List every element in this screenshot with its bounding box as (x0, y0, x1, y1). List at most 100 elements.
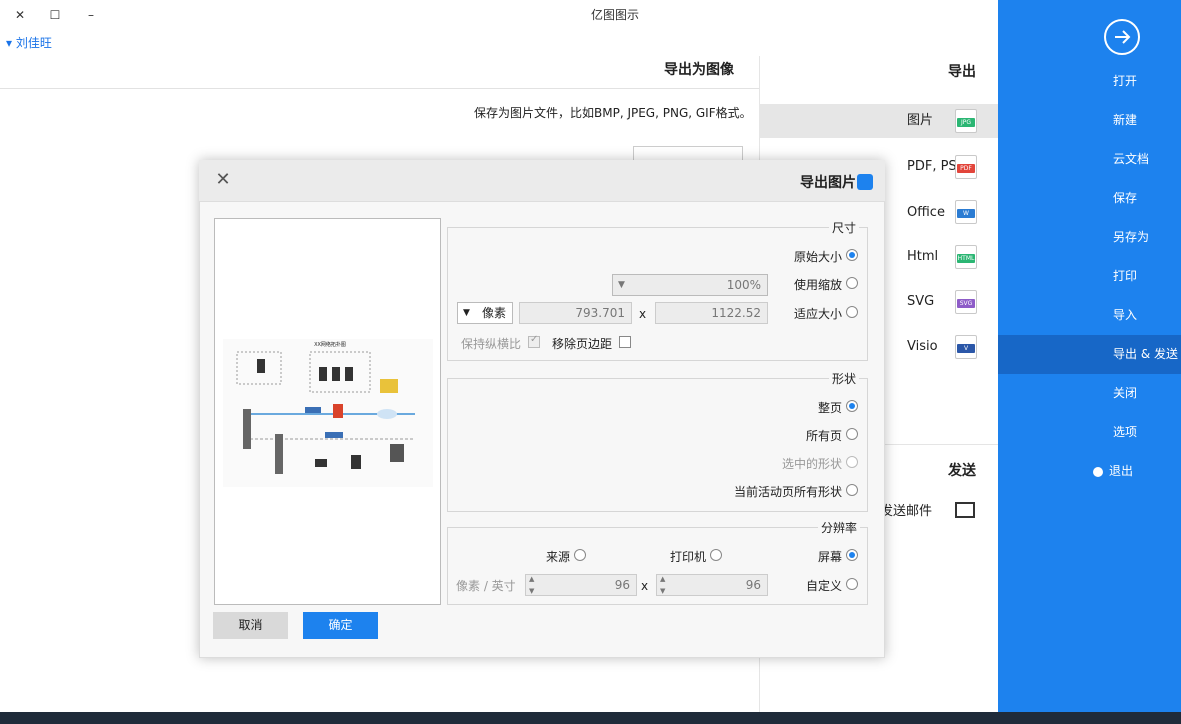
network-diagram-preview (223, 339, 433, 487)
shape-group-title: 形状 (829, 370, 860, 387)
keep-ratio-checkbox[interactable]: ✓ (528, 334, 540, 348)
height-field[interactable]: 793.701 (519, 302, 632, 324)
taskbar (0, 712, 1181, 724)
svg-icon: SVG (955, 290, 977, 314)
use-zoom-label: 使用缩放 (794, 278, 843, 292)
jpg-icon: JPG (955, 109, 977, 133)
visio-icon-label: V (957, 344, 975, 353)
cancel-button[interactable]: 取消 (213, 612, 288, 639)
sidebar-item-options[interactable]: 选项 (998, 413, 1181, 452)
html-icon-label: HTML (957, 254, 975, 263)
jpg-icon-label: JPG (957, 118, 975, 127)
format-label: SVG (907, 294, 935, 309)
times-label: x (641, 579, 649, 593)
printer-radio[interactable] (710, 549, 722, 561)
dpi-unit-label: 像素 / 英寸 (456, 579, 516, 593)
format-label: PDF, PS, (907, 159, 961, 174)
source-radio[interactable] (574, 549, 586, 561)
active-page-shapes-label: 当前活动页所有形状 (734, 485, 843, 499)
times-label: x (639, 307, 647, 321)
pdf-icon: PDF (955, 155, 977, 179)
ok-button[interactable]: 确定 (303, 612, 378, 639)
sidebar-item-export-send[interactable]: 导出 & 发送 (998, 335, 1181, 374)
format-label: Office (907, 205, 945, 220)
sidebar-item-open[interactable]: 打开 (998, 62, 1181, 101)
send-heading: 发送 (948, 463, 976, 479)
html-icon: HTML (955, 245, 977, 269)
sidebar-item-save-as[interactable]: 另存为 (998, 218, 1181, 257)
size-group-title: 尺寸 (829, 219, 860, 236)
all-pages-radio[interactable] (846, 428, 858, 440)
dialog-header (199, 160, 885, 202)
sidebar-item-exit[interactable]: 退出 (998, 452, 1181, 491)
user-link[interactable]: ▾ 刘佳旺 (6, 34, 52, 51)
unit-select[interactable]: ▼ 像素 (457, 302, 513, 324)
mail-icon (955, 502, 975, 518)
spinner-icon[interactable]: ▲ ▼ (529, 573, 534, 597)
format-label: Visio (907, 339, 938, 354)
selected-shapes-radio[interactable] (846, 456, 858, 468)
sidebar-item-new[interactable]: 新建 (998, 101, 1181, 140)
user-name[interactable]: 刘佳旺 (16, 36, 52, 50)
chevron-down-icon: ▼ (618, 280, 625, 290)
close-window-icon[interactable]: ✕ (11, 6, 29, 24)
zoom-value: 100% (726, 278, 761, 292)
format-label: 图片 (907, 113, 934, 128)
panel-description: 保存为图片文件，比如BMP, JPEG, PNG, GIF格式。 (474, 106, 752, 120)
panel-title: 导出为图像 (664, 62, 734, 78)
remove-margin-checkbox[interactable] (619, 336, 631, 348)
remove-margin-label: 移除页边距 (552, 337, 613, 351)
source-label: 来源 (546, 550, 571, 564)
minimize-icon[interactable]: – (82, 6, 100, 24)
sidebar-item-print[interactable]: 打印 (998, 257, 1181, 296)
format-label: Html (907, 249, 939, 264)
unit-value: 像素 (481, 306, 506, 320)
dpi-x-value: 96 (745, 578, 761, 592)
word-icon: W (955, 200, 977, 224)
svg-icon-label: SVG (957, 299, 975, 308)
width-field[interactable]: 1122.52 (655, 302, 768, 324)
spinner-icon[interactable]: ▲ ▼ (660, 573, 665, 597)
dpi-y-value: 96 (614, 578, 630, 592)
sidebar-item-close[interactable]: 关闭 (998, 374, 1181, 413)
zoom-select[interactable]: ▼ 100% (612, 274, 768, 296)
sidebar-item-save[interactable]: 保存 (998, 179, 1181, 218)
custom-label: 自定义 (806, 579, 843, 593)
whole-page-radio[interactable] (846, 400, 858, 412)
dialog-title: 导出图片 (800, 175, 856, 191)
active-page-shapes-radio[interactable] (846, 484, 858, 496)
whole-page-label: 整页 (818, 401, 843, 415)
original-size-radio[interactable] (846, 249, 858, 261)
back-arrow-icon[interactable] (1104, 19, 1140, 55)
screen-radio[interactable] (846, 549, 858, 561)
all-pages-label: 所有页 (806, 429, 843, 443)
custom-radio[interactable] (846, 578, 858, 590)
preview-caption: XX网络拓扑图 (314, 342, 346, 348)
visio-icon: V (955, 335, 977, 359)
chevron-down-icon: ▼ (463, 308, 470, 318)
close-icon[interactable]: ✕ (213, 170, 233, 190)
dpi-y-field[interactable]: ▲ ▼ 96 (525, 574, 637, 596)
original-size-label: 原始大小 (794, 250, 843, 264)
divider (0, 88, 759, 89)
exit-label: 退出 (1109, 464, 1134, 478)
send-mail-button[interactable]: 发送邮件 (880, 500, 932, 519)
selected-shapes-label: 选中的形状 (782, 457, 843, 471)
exit-icon (1093, 466, 1103, 477)
resolution-group-title: 分辨率 (818, 519, 861, 536)
sidebar-item-cloud[interactable]: 云文档 (998, 140, 1181, 179)
keep-ratio-label: 保持纵横比 (461, 337, 522, 351)
title-bar: 亿图图示 (0, 0, 998, 30)
printer-label: 打印机 (670, 550, 707, 564)
fit-size-label: 适应大小 (794, 307, 843, 321)
sidebar-item-import[interactable]: 导入 (998, 296, 1181, 335)
pdf-icon-label: PDF (957, 164, 975, 173)
maximize-icon[interactable]: ☐ (46, 6, 64, 24)
use-zoom-radio[interactable] (846, 277, 858, 289)
dpi-x-field[interactable]: ▲ ▼ 96 (656, 574, 768, 596)
word-icon-label: W (957, 209, 975, 218)
export-heading: 导出 (948, 64, 976, 80)
fit-size-radio[interactable] (846, 306, 858, 318)
screen-label: 屏幕 (818, 550, 843, 564)
preview-pane: XX网络拓扑图 (214, 218, 441, 605)
